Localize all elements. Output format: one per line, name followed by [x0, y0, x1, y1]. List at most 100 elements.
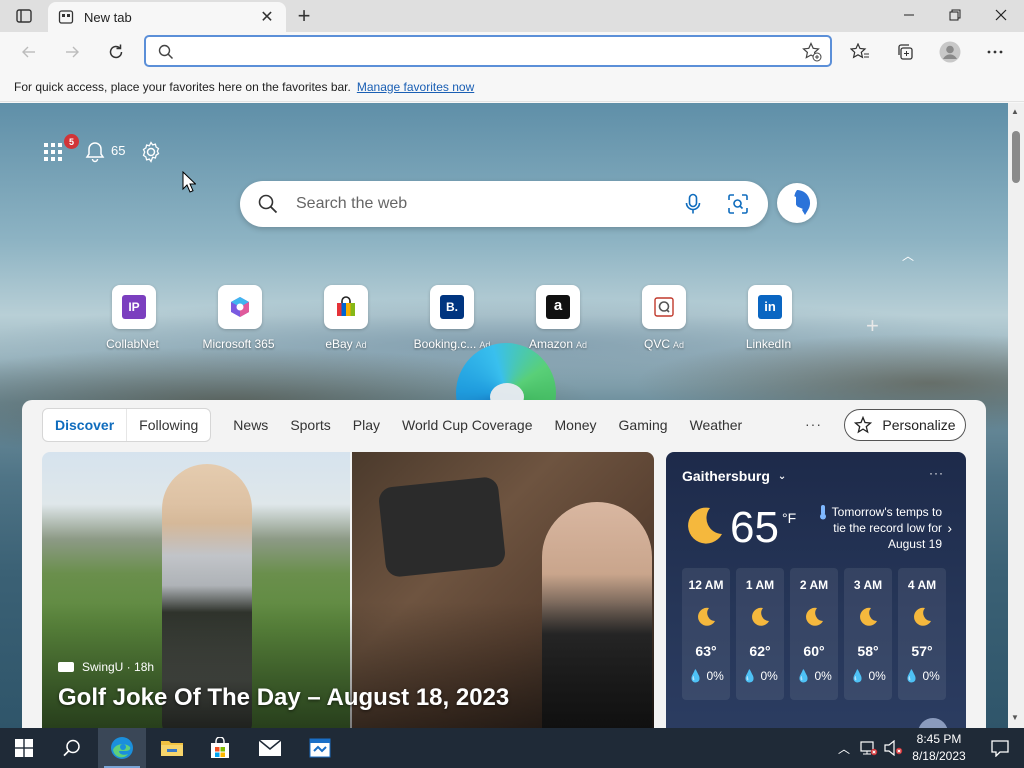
page-settings-button[interactable]: [140, 141, 162, 163]
tab-gaming[interactable]: Gaming: [619, 417, 668, 433]
tab-actions-button[interactable]: [10, 6, 38, 26]
moon-icon: [806, 607, 823, 626]
weather-location[interactable]: Gaithersburg ⌄: [682, 468, 786, 484]
tab-actions-icon: [16, 9, 32, 23]
address-input[interactable]: [184, 41, 784, 61]
address-bar[interactable]: [144, 35, 832, 67]
favorites-bar-message: For quick access, place your favorites h…: [14, 79, 351, 94]
new-tab-button[interactable]: +: [292, 3, 316, 28]
weather-expand-button[interactable]: [918, 718, 948, 728]
hero-article-card[interactable]: SwingU · 18h Golf Joke Of The Day – Augu…: [42, 452, 654, 728]
quick-link-linkedin[interactable]: in LinkedIn: [725, 285, 815, 351]
tab-money[interactable]: Money: [555, 417, 597, 433]
taskbar-clock[interactable]: 8:45 PM 8/18/2023: [904, 731, 974, 765]
scroll-down-icon[interactable]: ▼: [1011, 713, 1019, 722]
weather-note[interactable]: Tomorrow's temps to tie the record low f…: [826, 504, 942, 552]
ebay-icon: [324, 285, 368, 329]
add-favorite-icon[interactable]: [802, 42, 822, 62]
taskbar: ︿ 8:45 PM 8/18/2023: [0, 728, 1024, 768]
web-search-box[interactable]: [240, 181, 768, 227]
show-hidden-icons-chevron-icon[interactable]: ︿: [838, 740, 850, 757]
weather-mini-temp[interactable]: 65: [111, 143, 125, 158]
hour-forecast[interactable]: 1 AM 62° 💧 0%: [736, 568, 784, 700]
quick-link-amazon[interactable]: a Amazon Ad: [513, 285, 603, 351]
notifications-button[interactable]: [84, 141, 106, 163]
personalize-button[interactable]: Personalize: [844, 409, 966, 441]
article-headline[interactable]: Golf Joke Of The Day – August 18, 2023: [58, 684, 509, 712]
tab-weather[interactable]: Weather: [690, 417, 743, 433]
content-feed: Discover Following News Sports Play Worl…: [22, 400, 986, 728]
refresh-button[interactable]: [101, 38, 131, 66]
scroll-up-icon[interactable]: ▲: [1011, 107, 1019, 116]
hour-forecast[interactable]: 3 AM 58° 💧 0%: [844, 568, 892, 700]
restore-button[interactable]: [932, 0, 978, 30]
qvc-icon: [642, 285, 686, 329]
back-button[interactable]: [14, 38, 44, 66]
tile-label: LinkedIn: [745, 337, 792, 351]
linkedin-icon: in: [748, 285, 792, 329]
taskbar-mail[interactable]: [246, 728, 294, 768]
tab-world-cup[interactable]: World Cup Coverage: [402, 417, 532, 433]
bing-chat-button[interactable]: [777, 183, 817, 223]
page-scrollbar[interactable]: ▲ ▼: [1008, 103, 1024, 728]
add-quick-link-button[interactable]: +: [866, 313, 879, 339]
settings-more-button[interactable]: [980, 38, 1010, 66]
more-dots-icon: [987, 50, 1003, 54]
collapse-chevron-icon[interactable]: ︿: [902, 247, 914, 264]
quick-link-collabnet[interactable]: IP CollabNet: [89, 285, 179, 351]
collections-button[interactable]: [890, 38, 920, 66]
weather-more-icon[interactable]: ···: [929, 466, 944, 480]
favorites-button[interactable]: [845, 38, 875, 66]
scrollbar-thumb[interactable]: [1012, 131, 1020, 183]
volume-muted-icon[interactable]: [884, 740, 904, 756]
tab-discover[interactable]: Discover: [43, 409, 128, 441]
new-tab-favicon-icon: [58, 10, 74, 24]
taskbar-app[interactable]: [296, 728, 344, 768]
chevron-down-icon: ⌄: [777, 470, 787, 482]
chevron-right-icon[interactable]: ›: [947, 520, 952, 536]
refresh-icon: [109, 44, 123, 59]
profile-button[interactable]: [935, 38, 965, 66]
quick-link-microsoft-365[interactable]: Microsoft 365: [195, 285, 285, 351]
hourly-forecast: 12 AM 63° 💧 0% 1 AM 62° 💧 0% 2 AM 60° 💧 …: [682, 568, 952, 700]
forward-button[interactable]: [57, 38, 87, 66]
action-center-button[interactable]: [976, 728, 1024, 768]
tab-sports[interactable]: Sports: [290, 417, 330, 433]
mail-icon: [258, 739, 282, 756]
moon-icon: [860, 607, 877, 626]
amazon-icon: a: [536, 285, 580, 329]
tab-play[interactable]: Play: [353, 417, 380, 433]
microphone-icon[interactable]: [685, 193, 701, 215]
tab-new-tab[interactable]: New tab ✕: [48, 2, 286, 32]
hour-forecast[interactable]: 4 AM 57° 💧 0%: [898, 568, 946, 700]
swingu-logo-icon: [58, 662, 74, 672]
manage-favorites-link[interactable]: Manage favorites now: [357, 80, 474, 94]
network-icon[interactable]: [860, 740, 878, 756]
minimize-button[interactable]: [886, 0, 932, 30]
taskbar-search-button[interactable]: [48, 728, 96, 768]
tile-label: eBay: [325, 337, 353, 351]
feed-more-icon[interactable]: ···: [805, 416, 822, 432]
weather-card[interactable]: Gaithersburg ⌄ ··· 65 °F Tomorrow's temps…: [666, 452, 966, 728]
apps-launcher-button[interactable]: [42, 141, 64, 163]
taskbar-edge[interactable]: [98, 728, 146, 768]
windows-logo-icon: [15, 739, 33, 757]
search-icon: [258, 194, 278, 214]
start-button[interactable]: [0, 728, 48, 768]
tab-title: New tab: [84, 9, 132, 25]
bell-icon: [85, 142, 105, 163]
quick-link-qvc[interactable]: QVC Ad: [619, 285, 709, 351]
quick-link-ebay[interactable]: eBay Ad: [301, 285, 391, 351]
web-search-input[interactable]: [296, 193, 656, 215]
tab-news[interactable]: News: [233, 417, 268, 433]
taskbar-store[interactable]: [196, 728, 244, 768]
close-window-button[interactable]: [978, 0, 1024, 30]
hour-forecast[interactable]: 12 AM 63° 💧 0%: [682, 568, 730, 700]
quick-link-booking[interactable]: B. Booking.c... Ad: [407, 285, 497, 351]
tab-following[interactable]: Following: [127, 409, 210, 441]
visual-search-icon[interactable]: [728, 194, 748, 214]
gear-icon: [142, 141, 160, 163]
tab-close-icon[interactable]: ✕: [258, 8, 276, 26]
hour-forecast[interactable]: 2 AM 60° 💧 0%: [790, 568, 838, 700]
taskbar-file-explorer[interactable]: [148, 728, 196, 768]
